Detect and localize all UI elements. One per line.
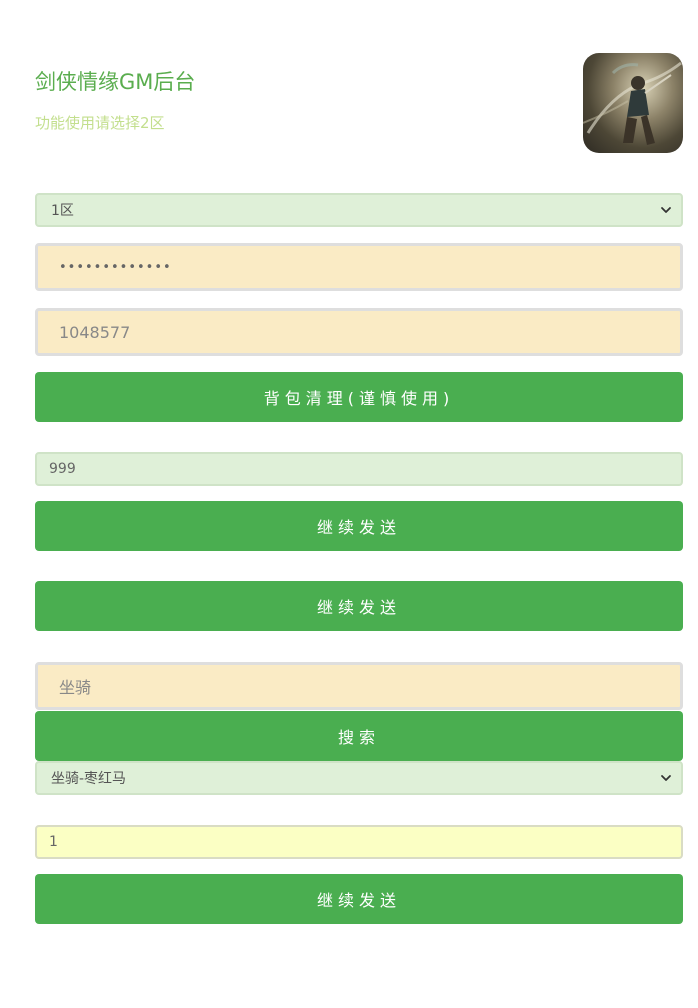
item-search-input[interactable]: 坐骑: [35, 662, 683, 710]
server-select-value: 1区: [51, 203, 74, 219]
chevron-down-icon: [661, 207, 671, 213]
send-button-1[interactable]: 继续发送: [35, 501, 683, 551]
role-id-value: 1048577: [59, 322, 131, 342]
server-select[interactable]: 1区: [35, 193, 683, 227]
clear-bag-button[interactable]: 背包清理(谨慎使用): [35, 372, 683, 422]
page-title: 剑侠情缘GM后台: [35, 70, 196, 94]
role-id-input[interactable]: 1048577: [35, 308, 683, 356]
item-select-value: 坐骑-枣红马: [51, 771, 127, 787]
amount-value: 999: [49, 461, 76, 477]
send-button-3[interactable]: 继续发送: [35, 874, 683, 924]
item-search-value: 坐骑: [59, 678, 92, 697]
password-input[interactable]: •••••••••••••: [35, 243, 683, 291]
password-mask: •••••••••••••: [59, 259, 172, 275]
item-count-input[interactable]: 1: [35, 825, 683, 859]
item-count-value: 1: [49, 834, 58, 850]
chevron-down-icon: [661, 775, 671, 781]
item-select[interactable]: 坐骑-枣红马: [35, 761, 683, 795]
send-button-2[interactable]: 继续发送: [35, 581, 683, 631]
search-button[interactable]: 搜索: [35, 711, 683, 761]
game-avatar-image: [583, 53, 683, 153]
page-subtitle: 功能使用请选择2区: [35, 114, 165, 132]
amount-input[interactable]: 999: [35, 452, 683, 486]
